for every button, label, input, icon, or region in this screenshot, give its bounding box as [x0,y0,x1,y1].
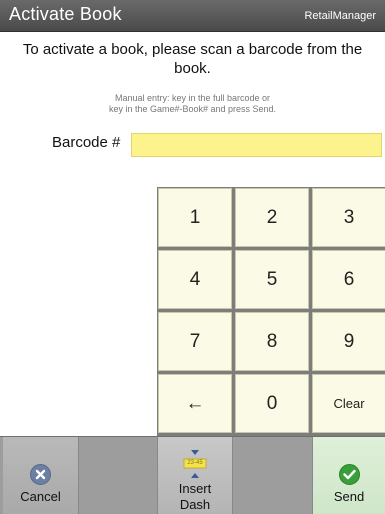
page-title: Activate Book [9,4,122,24]
send-button[interactable]: Send [312,437,385,514]
key-4[interactable]: 4 [158,250,232,309]
x-circle-icon [30,464,51,485]
insert-dash-button[interactable]: 23-45 Insert Dash [157,437,233,514]
insert-dash-label-line2: Dash [179,497,211,512]
check-circle-icon [338,464,360,485]
insert-dash-icon: 23-45 [182,449,208,479]
backspace-key[interactable]: ← [158,374,232,433]
insert-dash-icon-text: 23-45 [187,460,203,466]
key-7[interactable]: 7 [158,312,232,371]
key-2[interactable]: 2 [235,188,309,247]
key-1[interactable]: 1 [158,188,232,247]
clear-key[interactable]: Clear [312,374,385,433]
insert-dash-label-line1: Insert [178,481,212,496]
key-9[interactable]: 9 [312,312,385,371]
send-label: Send [333,489,365,504]
manual-entry-hint: Manual entry: key in the full barcode or… [0,93,385,115]
key-6[interactable]: 6 [312,250,385,309]
manual-entry-hint-line1: Manual entry: key in the full barcode or [114,93,271,103]
numeric-keypad: 1 2 3 4 5 6 7 8 9 ← 0 Clear [157,187,385,436]
app-header: Activate Book RetailManager [0,0,385,32]
barcode-label: Barcode # [52,134,121,151]
key-3[interactable]: 3 [312,188,385,247]
manual-entry-hint-line2: key in the Game#-Book# and press Send. [108,104,277,114]
key-0[interactable]: 0 [235,374,309,433]
instructions-text: To activate a book, please scan a barcod… [22,41,363,77]
cancel-button[interactable]: Cancel [3,437,79,514]
insert-dash-label: Insert Dash [179,481,212,514]
key-8[interactable]: 8 [235,312,309,371]
key-5[interactable]: 5 [235,250,309,309]
cancel-label: Cancel [20,489,61,504]
barcode-input[interactable] [131,133,382,157]
brand-label: RetailManager [304,10,376,22]
bottom-toolbar: Cancel 23-45 Insert Dash Send [0,436,385,514]
